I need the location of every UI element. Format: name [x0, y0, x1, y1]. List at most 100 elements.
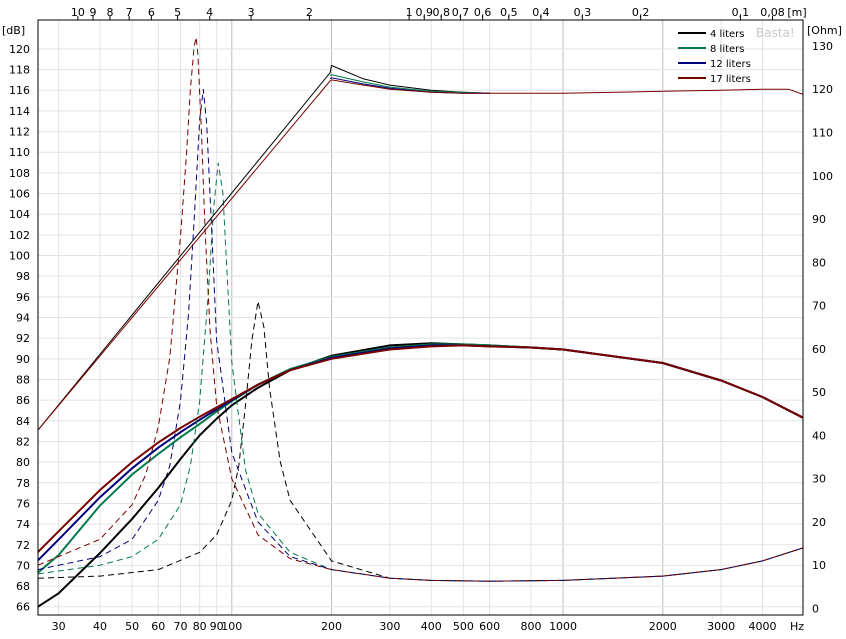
- x2-tick-label: 8: [106, 6, 113, 19]
- x2-tick-label: 0,1: [732, 6, 750, 19]
- series-solid-12-liters: [37, 344, 804, 562]
- x2-tick-label: 10: [71, 6, 85, 19]
- y-tick-label: 94: [16, 312, 30, 325]
- y-tick-label: 104: [9, 208, 30, 221]
- y2-tick-label: 90: [812, 213, 826, 226]
- y2-tick-label: 40: [812, 429, 826, 442]
- x2-tick-label: 3: [248, 6, 255, 19]
- y2-tick-label: 70: [812, 300, 826, 313]
- y2-tick-label: 100: [812, 170, 833, 183]
- y-tick-label: 116: [9, 84, 30, 97]
- grid: [38, 20, 803, 615]
- x2-tick-label: 7: [126, 6, 133, 19]
- y-tick-label: 82: [16, 435, 30, 448]
- y-tick-label: 118: [9, 64, 30, 77]
- y-tick-label: 98: [16, 270, 30, 283]
- legend-label: 17 liters: [710, 74, 751, 85]
- y-tick-label: 102: [9, 229, 30, 242]
- x2-tick-label: 0,5: [500, 6, 518, 19]
- y-tick-label: 108: [9, 167, 30, 180]
- x2-tick-label: 0,8: [432, 6, 450, 19]
- x2-tick-label: 4: [206, 6, 213, 19]
- y-tick-label: 100: [9, 250, 30, 263]
- x-tick-label: 500: [453, 620, 474, 633]
- x2-axis-unit: [m]: [787, 6, 806, 19]
- y-tick-label: 66: [16, 601, 30, 614]
- y2-axis-unit: [Ohm]: [807, 24, 842, 37]
- series-thin-4-liters: [37, 64, 490, 431]
- x2-tick-label: 0,08: [760, 6, 785, 19]
- x-tick-label: 300: [379, 620, 400, 633]
- x-tick-label: 80: [193, 620, 207, 633]
- y-tick-label: 74: [16, 518, 30, 531]
- x-tick-label: 100: [221, 620, 242, 633]
- y-tick-label: 84: [16, 415, 30, 428]
- x2-tick-label: 2: [306, 6, 313, 19]
- x-tick-label: 60: [151, 620, 165, 633]
- y-tick-label: 96: [16, 291, 30, 304]
- x2-tick-label: 0,2: [632, 6, 650, 19]
- x2-tick-label: 0,3: [574, 6, 592, 19]
- x-tick-label: 1000: [549, 620, 577, 633]
- x2-tick-label: 9: [90, 6, 97, 19]
- y2-tick-label: 80: [812, 256, 826, 269]
- x-tick-label: 3000: [707, 620, 735, 633]
- legend-label: 4 liters: [710, 29, 745, 40]
- series-dashed-17-liters: [37, 37, 804, 582]
- y-tick-label: 110: [9, 146, 30, 159]
- y2-tick-label: 50: [812, 386, 826, 399]
- y-tick-label: 70: [16, 559, 30, 572]
- y-tick-label: 80: [16, 456, 30, 469]
- y2-tick-label: 120: [812, 83, 833, 96]
- legend-label: 12 liters: [710, 59, 751, 70]
- series-solid-8-liters: [37, 343, 804, 574]
- x-tick-label: 600: [479, 620, 500, 633]
- series-thin-17-liters: [37, 79, 804, 431]
- x2-tick-label: 5: [174, 6, 181, 19]
- y-tick-label: 76: [16, 497, 30, 510]
- y2-tick-label: 10: [812, 559, 826, 572]
- x-tick-label: 2000: [649, 620, 677, 633]
- watermark: Basta!: [756, 26, 795, 40]
- y-tick-label: 88: [16, 373, 30, 386]
- y-tick-label: 112: [9, 126, 30, 139]
- y2-tick-label: 60: [812, 343, 826, 356]
- series-solid-4-liters: [37, 342, 804, 608]
- x-tick-label: 70: [173, 620, 187, 633]
- legend: 4 liters 8 liters 12 liters 17 liters: [678, 29, 751, 85]
- y2-tick-label: 20: [812, 516, 826, 529]
- frequency-response-chart: 30 40 50 60 70 80 90100 200 300 400 500 600 800 1000 2…: [2, 6, 842, 633]
- y-axis-unit: [dB]: [2, 24, 25, 37]
- legend-label: 8 liters: [710, 44, 745, 55]
- x2-tick-label: 6: [148, 6, 155, 19]
- series-layer: [37, 37, 804, 608]
- series-dashed-8-liters: [37, 162, 804, 582]
- x-tick-label: 4000: [749, 620, 777, 633]
- y2-tick-label: 130: [812, 40, 833, 53]
- y-tick-label: 68: [16, 580, 30, 593]
- x-tick-label: 30: [52, 620, 66, 633]
- x-axis-unit: Hz: [790, 620, 804, 633]
- y-tick-label: 90: [16, 353, 30, 366]
- x2-tick-label: 1: [406, 6, 413, 19]
- x-tick-label: 400: [421, 620, 442, 633]
- y-tick-label: 120: [9, 43, 30, 56]
- y-tick-label: 72: [16, 539, 30, 552]
- x2-tick-label: 0,4: [532, 6, 550, 19]
- x2-tick-label: 0,6: [474, 6, 492, 19]
- x-tick-label: 40: [93, 620, 107, 633]
- y2-tick-label: 0: [812, 603, 819, 616]
- series-dashed-12-liters: [37, 89, 804, 582]
- y2-tick-label: 110: [812, 127, 833, 140]
- y2-tick-label: 30: [812, 473, 826, 486]
- x-tick-label: 50: [125, 620, 139, 633]
- y-tick-label: 114: [9, 105, 30, 118]
- x-tick-label: 800: [520, 620, 541, 633]
- x2-tick-label: 0,7: [452, 6, 470, 19]
- x-tick-label: 200: [321, 620, 342, 633]
- y-tick-label: 106: [9, 188, 30, 201]
- y-tick-label: 86: [16, 394, 30, 407]
- y-tick-label: 78: [16, 477, 30, 490]
- x2-tick-label: 0,9: [416, 6, 434, 19]
- y-tick-label: 92: [16, 332, 30, 345]
